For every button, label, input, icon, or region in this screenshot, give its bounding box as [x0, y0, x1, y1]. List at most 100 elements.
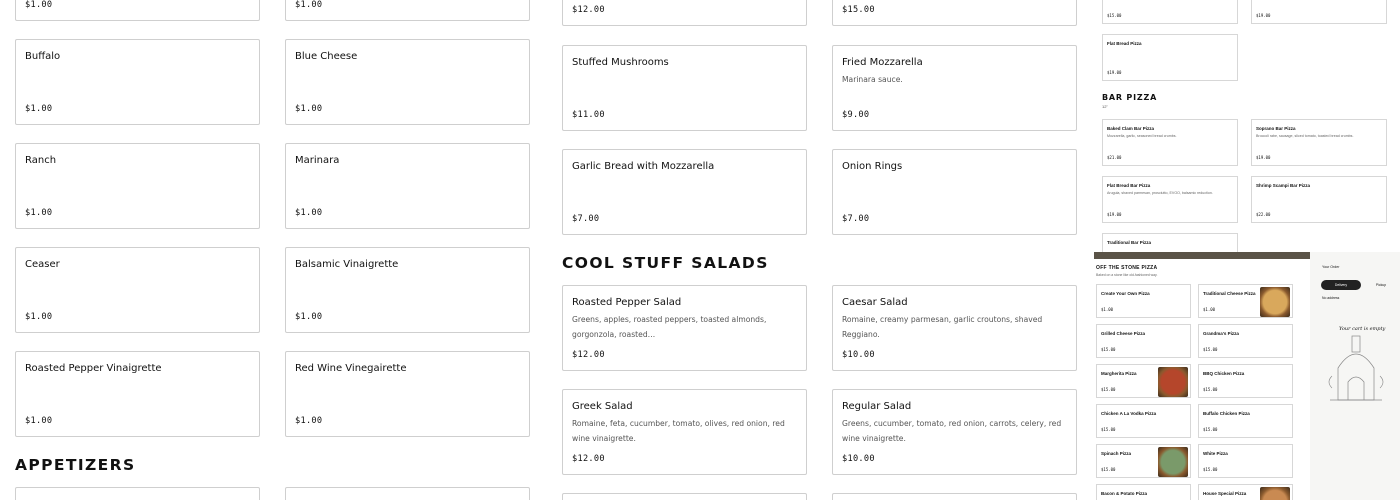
- side-card[interactable]: Onion Rings $7.00: [832, 149, 1077, 235]
- pizza-price: $15.00: [1101, 467, 1116, 472]
- item-description: Romaine, creamy parmesan, garlic crouton…: [842, 315, 1043, 339]
- pizza-menu-card[interactable]: Buffalo Chicken Pizza $15.00: [1198, 404, 1293, 438]
- side-card[interactable]: Fried Mozzarella Marinara sauce. $9.00: [832, 45, 1077, 131]
- appetizer-card[interactable]: [15, 487, 260, 500]
- item-price: $12.00: [572, 5, 605, 15]
- menu-card[interactable]: [832, 493, 1077, 500]
- sauce-card[interactable]: Blue Cheese $1.00: [285, 39, 530, 125]
- thumb-menu-card[interactable]: Soprano Bar Pizza Broccoli rabe, sausage…: [1251, 119, 1387, 166]
- item-name: Buffalo: [25, 51, 61, 62]
- sauce-card[interactable]: $1.00: [15, 0, 260, 21]
- pizza-price: $15.00: [1203, 427, 1218, 432]
- pizza-photo: [1260, 487, 1290, 500]
- delivery-toggle[interactable]: Delivery: [1321, 280, 1361, 290]
- pizza-menu-card[interactable]: Spinach Pizza $15.00: [1096, 444, 1191, 478]
- item-price: $10.00: [842, 454, 875, 464]
- side-card[interactable]: Garlic Bread with Mozzarella $7.00: [562, 149, 807, 235]
- sauce-card[interactable]: Marinara $1.00: [285, 143, 530, 229]
- item-price: $1.00: [25, 208, 53, 218]
- salad-card[interactable]: Caesar Salad Romaine, creamy parmesan, ga…: [832, 285, 1077, 371]
- sauce-card[interactable]: Buffalo $1.00: [15, 39, 260, 125]
- item-price: $1.00: [25, 416, 53, 426]
- item-price: $1.00: [295, 0, 323, 10]
- item-price: $7.00: [842, 214, 870, 224]
- pizza-name: Create Your Own Pizza: [1101, 291, 1150, 296]
- address-label[interactable]: No address: [1322, 296, 1339, 300]
- pizza-menu-card[interactable]: Bacon & Potato Pizza$15.00: [1096, 484, 1191, 500]
- item-price: $1.00: [25, 0, 53, 10]
- sauce-card[interactable]: Roasted Pepper Vinaigrette $1.00: [15, 351, 260, 437]
- thumb-menu-card[interactable]: Flat Bread Pizza $19.00: [1102, 34, 1238, 81]
- item-price: $1.00: [25, 312, 53, 322]
- sauce-card[interactable]: Balsamic Vinaigrette $1.00: [285, 247, 530, 333]
- pizza-oven-illustration: [1328, 335, 1384, 401]
- item-price: $15.00: [842, 5, 875, 15]
- item-name: Roasted Pepper Vinaigrette: [25, 363, 162, 374]
- pizza-name: House Special Pizza: [1203, 491, 1247, 496]
- item-name: Greek Salad: [572, 401, 633, 412]
- pizza-menu-card[interactable]: Chicken A La Vodka Pizza $15.00: [1096, 404, 1191, 438]
- pizza-price: $15.00: [1203, 387, 1218, 392]
- thumb-menu-card[interactable]: $15.00: [1102, 0, 1238, 24]
- thumb-menu-card[interactable]: Shrimp Scampi Bar Pizza $22.00: [1251, 176, 1387, 223]
- pizza-menu-card[interactable]: Grandma's Pizza $15.00: [1198, 324, 1293, 358]
- thumb-menu-card[interactable]: Flat Bread Bar Pizza Arugula, shaved par…: [1102, 176, 1238, 223]
- pizza-name: White Pizza: [1203, 451, 1228, 456]
- pizza-price: $15.00: [1101, 347, 1116, 352]
- sauce-card[interactable]: $1.00: [285, 0, 530, 21]
- item-price: $9.00: [842, 110, 870, 120]
- salad-card[interactable]: Regular Salad Greens, cucumber, tomato, r…: [832, 389, 1077, 475]
- pizza-menu-card[interactable]: BBQ Chicken Pizza $15.00: [1198, 364, 1293, 398]
- appetizer-card[interactable]: [285, 487, 530, 500]
- pizza-menu-card[interactable]: White Pizza $15.00: [1198, 444, 1293, 478]
- salad-card[interactable]: Greek Salad Romaine, feta, cucumber, toma…: [562, 389, 807, 475]
- item-name: Roasted Pepper Salad: [572, 297, 682, 308]
- item-price: $1.00: [295, 208, 323, 218]
- side-card[interactable]: $15.00: [832, 0, 1077, 26]
- pizza-menu-card[interactable]: Traditional Cheese Pizza $1.00: [1198, 284, 1293, 318]
- pizza-menu-card[interactable]: Grilled Cheese Pizza $15.00: [1096, 324, 1191, 358]
- pizza-menu-card[interactable]: Create Your Own Pizza $1.00: [1096, 284, 1191, 318]
- item-price: $12.00: [572, 350, 605, 360]
- item-name: Marinara: [295, 155, 340, 166]
- pizza-price: $15.00: [1203, 467, 1218, 472]
- pizza-price: $15.00: [1203, 347, 1218, 352]
- item-price: $1.00: [295, 416, 323, 426]
- appetizers-heading: APPETIZERS: [15, 456, 136, 474]
- salad-card[interactable]: Roasted Pepper Salad Greens, apples, roas…: [562, 285, 807, 371]
- item-name: Onion Rings: [842, 161, 903, 172]
- thumb-menu-card[interactable]: $19.00: [1251, 0, 1387, 24]
- salads-heading: COOL STUFF SALADS: [562, 254, 769, 272]
- menu-card[interactable]: [562, 493, 807, 500]
- pizza-photo: [1158, 447, 1188, 477]
- bar-pizza-subtitle: 12": [1102, 104, 1108, 109]
- item-name: Garlic Bread with Mozzarella: [572, 161, 715, 172]
- thumb-menu-card[interactable]: Baked Clam Bar Pizza Mozzarella, garlic,…: [1102, 119, 1238, 166]
- item-price: $7.00: [572, 214, 600, 224]
- pizza-name: Grandma's Pizza: [1203, 331, 1239, 336]
- item-description: Marinara sauce.: [842, 75, 903, 84]
- thumb-menu-card[interactable]: Traditional Bar Pizza: [1102, 233, 1238, 252]
- pickup-toggle[interactable]: Pickup: [1363, 280, 1399, 290]
- item-name: Blue Cheese: [295, 51, 358, 62]
- pizza-menu-card[interactable]: House Special Pizza$15.00: [1198, 484, 1293, 500]
- pizza-menu-card[interactable]: Margherita Pizza $15.00: [1096, 364, 1191, 398]
- sauce-card[interactable]: Ceaser $1.00: [15, 247, 260, 333]
- item-name: Ceaser: [25, 259, 60, 270]
- pizza-name: BBQ Chicken Pizza: [1203, 371, 1245, 376]
- item-name: Red Wine Vinegairette: [295, 363, 407, 374]
- item-price: $1.00: [25, 104, 53, 114]
- pizza-name: Traditional Cheese Pizza: [1203, 291, 1256, 296]
- side-card[interactable]: $12.00: [562, 0, 807, 26]
- item-name: Fried Mozzarella: [842, 57, 923, 68]
- pizza-photo: [1260, 287, 1290, 317]
- sauce-card[interactable]: Red Wine Vinegairette $1.00: [285, 351, 530, 437]
- item-price: $11.00: [572, 110, 605, 120]
- pizza-photo: [1158, 367, 1188, 397]
- sauce-card[interactable]: Ranch $1.00: [15, 143, 260, 229]
- pizza-price: $1.00: [1203, 307, 1216, 312]
- side-card[interactable]: Stuffed Mushrooms $11.00: [562, 45, 807, 131]
- pizza-name: Grilled Cheese Pizza: [1101, 331, 1146, 336]
- pizza-order-thumbnail: OFF THE STONE PIZZA Baked on a stone lik…: [1094, 252, 1400, 500]
- pizza-name: Margherita Pizza: [1101, 371, 1137, 376]
